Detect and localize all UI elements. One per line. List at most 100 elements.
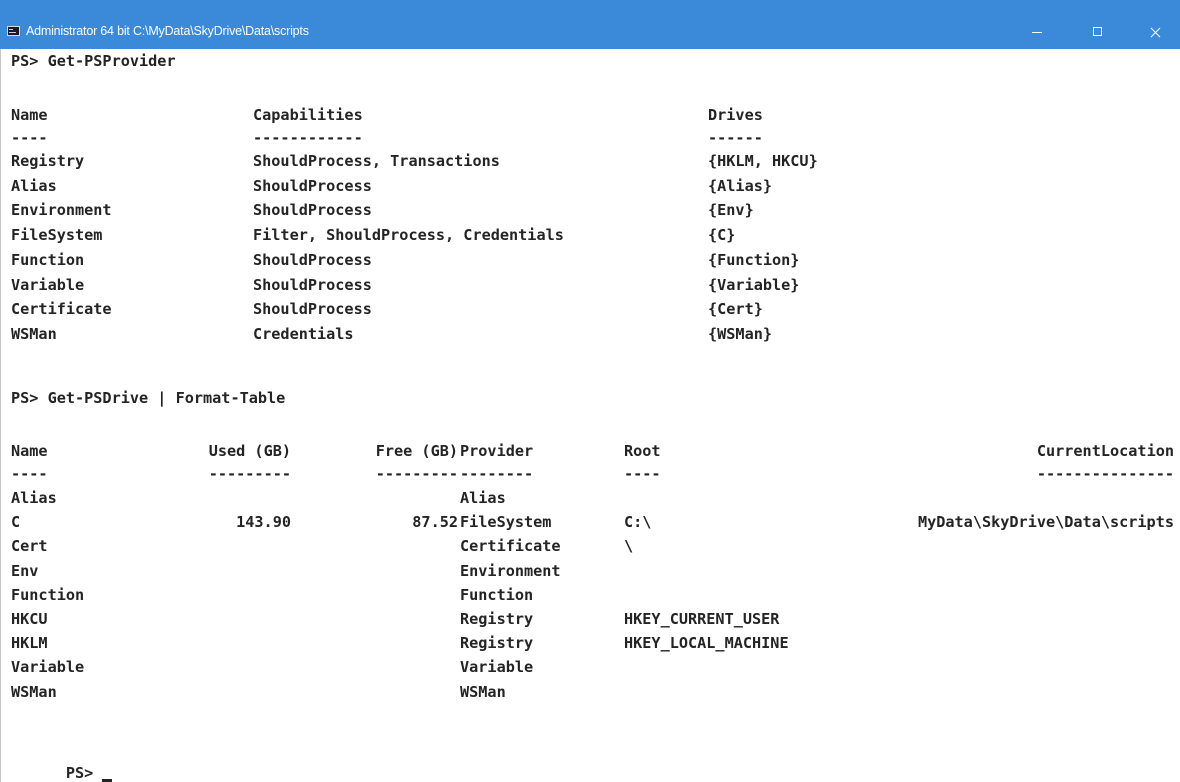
table-row-cell: Variable — [460, 658, 534, 677]
table-row: WSMan Credentials {WSMan} — [11, 322, 1171, 346]
table-row-cell: WSMan — [460, 682, 506, 701]
table-row-cell: \ — [624, 537, 634, 556]
table-row-cell: Variable — [11, 275, 85, 294]
table-row-cell: {Alias} — [708, 176, 773, 195]
table-row-cell: Environment — [11, 201, 112, 220]
table-row: HKLM Registry HKEY_LOCAL_MACHINE — [11, 631, 1171, 655]
table-header: Name Capabilities Drives — [11, 103, 1171, 127]
table-divider-cell: --------------- — [1036, 465, 1174, 483]
table-row: Function Function — [11, 583, 1171, 607]
table-row-cell: ShouldProcess — [253, 250, 372, 269]
table-row-cell: Registry — [460, 634, 534, 653]
table-row-cell: {C} — [708, 226, 736, 245]
table-row-cell: Cert — [11, 537, 48, 556]
table-row-cell: Function — [460, 585, 534, 604]
table-row: HKCU Registry HKEY_CURRENT_USER — [11, 607, 1171, 631]
table-row-cell: HKCU — [11, 610, 48, 628]
table-divider-cell: ------ — [708, 129, 763, 147]
table-divider-cell: --------- — [375, 465, 458, 483]
table-row-cell: {WSMan} — [708, 324, 773, 343]
table-row-cell: Credentials — [253, 324, 354, 343]
command-line-get-psprovider: PS> Get-PSProvider — [11, 52, 176, 70]
table-row-cell: ShouldProcess — [253, 201, 372, 220]
table-row-cell: ShouldProcess — [253, 275, 372, 294]
table-header-cell: Name — [11, 106, 48, 124]
close-icon[interactable] — [1134, 15, 1178, 49]
minimize-icon[interactable] — [1016, 15, 1060, 49]
table-row-cell: HKLM — [11, 634, 48, 653]
table-row-cell: C:\ — [624, 513, 652, 532]
table-divider-cell: --------- — [208, 465, 291, 483]
table-header-cell: Drives — [708, 106, 763, 124]
window-title: Administrator 64 bit C:\MyData\SkyDrive\… — [26, 24, 309, 38]
table-row: Registry ShouldProcess, Transactions {HKLM… — [11, 149, 1171, 173]
table-row-cell: 87.52 — [412, 513, 458, 532]
table-row-cell: MyData\SkyDrive\Data\scripts — [917, 513, 1174, 532]
table-row-cell: {Function} — [708, 250, 800, 269]
table-row: Cert Certificate \ — [11, 534, 1171, 558]
table-divider-cell: ---- — [624, 465, 661, 483]
table-row: Variable ShouldProcess {Variable} — [11, 273, 1171, 297]
table-row: FileSystem Filter, ShouldProcess, Credent… — [11, 223, 1171, 247]
table-row-cell: Alias — [11, 176, 57, 195]
console-output[interactable]: PS> Get-PSProvider Name Capabilities Drive… — [0, 49, 1180, 782]
table-row-cell: FileSystem — [11, 226, 103, 245]
table-divider: ---- --------- --------- -------- ---- ------… — [11, 462, 1174, 486]
table-header-cell: Free (GB) — [375, 442, 458, 460]
table-header-cell: Capabilities — [253, 106, 363, 124]
table-row-cell: Variable — [11, 658, 85, 677]
table-row: Alias ShouldProcess {Alias} — [11, 174, 1171, 198]
table-row-cell: ShouldProcess — [253, 300, 372, 319]
table-row-cell: HKEY_LOCAL_MACHINE — [624, 634, 789, 653]
table-row: Alias Alias — [11, 486, 1171, 510]
table-row-cell: ShouldProcess, Transactions — [253, 152, 500, 170]
table-divider: ---- ------------ ------ — [11, 126, 1171, 150]
table-header-cell: Provider — [460, 442, 534, 460]
table-header-cell: Used (GB) — [208, 442, 291, 460]
table-divider-cell: ---- — [11, 129, 48, 147]
table-row-cell: HKEY_CURRENT_USER — [624, 610, 780, 628]
table-divider-cell: ------------ — [253, 129, 363, 147]
table-row-cell: FileSystem — [460, 513, 552, 532]
table-row-cell: {Cert} — [708, 300, 763, 319]
prompt-line[interactable]: PS> — [11, 737, 113, 782]
table-header-cell: CurrentLocation — [1036, 442, 1174, 460]
table-row-cell: 143.90 — [236, 513, 291, 532]
table-row-cell: Alias — [11, 489, 57, 507]
table-row-cell: {Variable} — [708, 275, 800, 294]
table-row-cell: Registry — [11, 152, 85, 170]
table-row: C 143.90 87.52 FileSystem C:\ MyData\SkyDrive… — [11, 510, 1174, 534]
table-row: Variable Variable — [11, 655, 1171, 679]
command-line-get-psdrive: PS> Get-PSDrive | Format-Table — [11, 389, 286, 407]
table-row-cell: ShouldProcess — [253, 176, 372, 195]
table-row: Environment ShouldProcess {Env} — [11, 198, 1171, 222]
table-row: Env Environment — [11, 559, 1171, 583]
table-row-cell: Registry — [460, 610, 534, 628]
table-row: Certificate ShouldProcess {Cert} — [11, 297, 1171, 321]
table-row-cell: Function — [11, 250, 85, 269]
powershell-window: Administrator 64 bit C:\MyData\SkyDrive\… — [0, 0, 1180, 782]
maximize-icon[interactable] — [1076, 15, 1120, 49]
table-header-cell: Root — [624, 442, 661, 460]
table-row-cell: {HKLM, HKCU} — [708, 152, 818, 170]
table-divider-cell: -------- — [460, 465, 534, 483]
table-row: WSMan WSMan — [11, 680, 1171, 704]
table-row-cell: {Env} — [708, 201, 754, 220]
table-row-cell: Environment — [460, 561, 561, 580]
table-row-cell: Certificate — [460, 537, 561, 556]
prompt-text: PS> — [65, 764, 94, 782]
console-icon — [7, 26, 20, 36]
table-row-cell: Alias — [460, 489, 506, 507]
table-row-cell: Certificate — [11, 300, 112, 319]
title-bar[interactable]: Administrator 64 bit C:\MyData\SkyDrive\… — [0, 0, 1180, 49]
table-divider-cell: ---- — [11, 465, 48, 483]
table-row-cell: Filter, ShouldProcess, Credentials — [253, 226, 564, 245]
table-row-cell: Function — [11, 585, 85, 604]
table-row: Function ShouldProcess {Function} — [11, 248, 1171, 272]
table-row-cell: C — [11, 513, 21, 532]
table-header: Name Used (GB) Free (GB) Provider Root Curren… — [11, 439, 1174, 463]
table-row-cell: Env — [11, 561, 39, 580]
table-header-cell: Name — [11, 442, 48, 460]
table-row-cell: WSMan — [11, 682, 57, 701]
table-row-cell: WSMan — [11, 324, 57, 343]
